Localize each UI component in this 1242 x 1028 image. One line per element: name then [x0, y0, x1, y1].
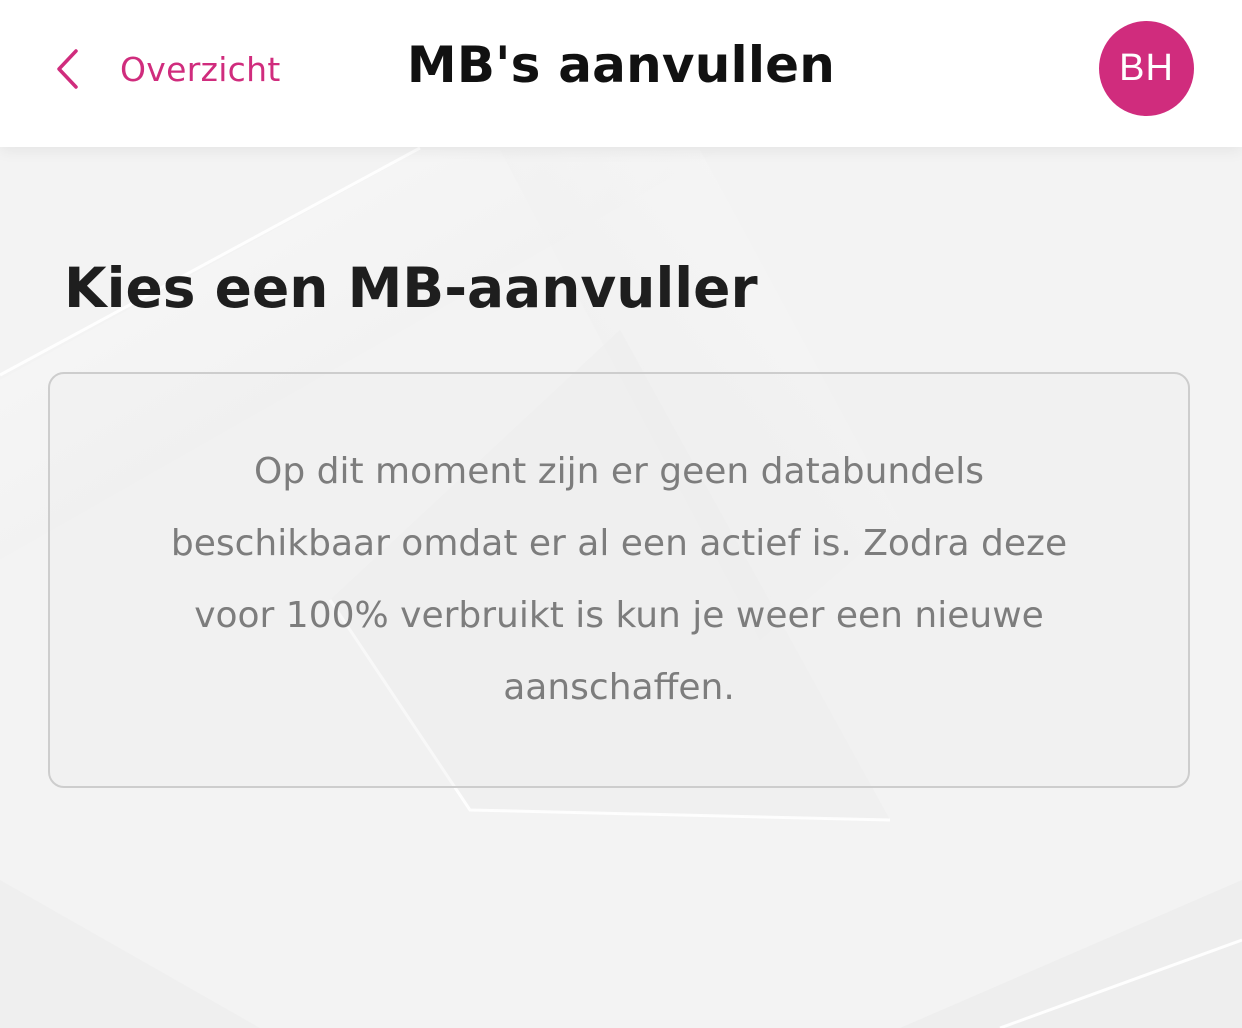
avatar[interactable]: BH: [1099, 21, 1194, 116]
back-label: Overzicht: [120, 49, 281, 89]
section-heading: Kies een MB-aanvuller: [64, 256, 758, 320]
top-navigation-bar: Overzicht MB's aanvullen BH: [0, 0, 1242, 147]
back-button[interactable]: Overzicht: [52, 44, 281, 94]
chevron-left-icon: [52, 44, 88, 94]
notice-text: Op dit moment zijn er geen databundels b…: [170, 451, 1068, 708]
notice-card: Op dit moment zijn er geen databundels b…: [48, 372, 1190, 788]
